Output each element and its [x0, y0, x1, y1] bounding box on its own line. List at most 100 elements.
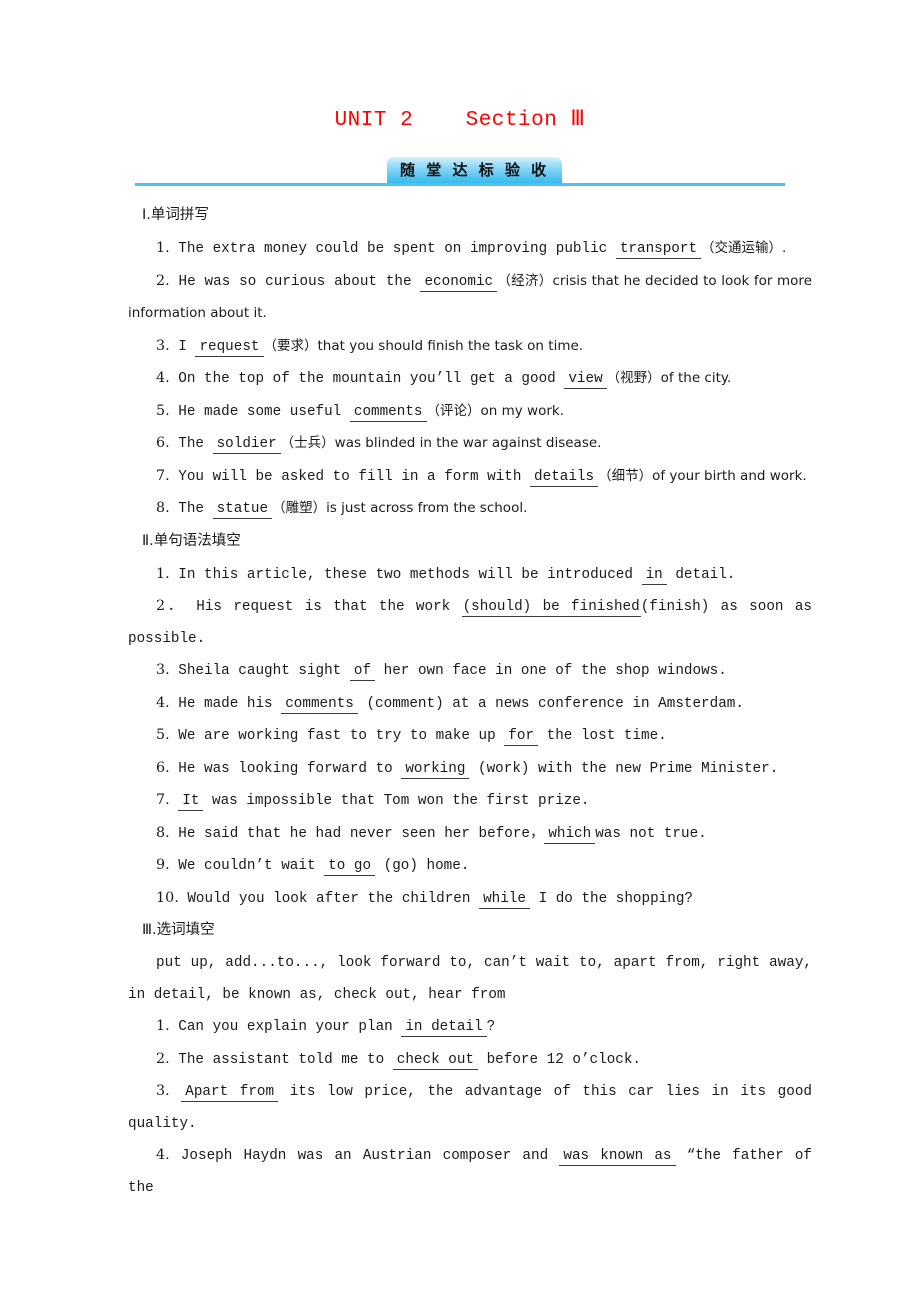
- question-suffix: her own face in one of the shop windows.: [383, 663, 727, 679]
- exercise-content: Ⅰ.单词拼写 1. The extra money could be spent…: [128, 200, 812, 1204]
- question-item: 3. Apart from its low price, the advanta…: [128, 1076, 812, 1140]
- question-item: 8. The statue （雕塑）is just across from the…: [128, 493, 812, 526]
- question-item: 2. He was so curious about the economic （…: [128, 266, 812, 331]
- question-prompt: On the top of the mountain you’ll get a …: [178, 371, 556, 387]
- question-prompt: He was so curious about the: [178, 273, 412, 290]
- answer-blank: of: [349, 663, 376, 681]
- section-heading-2: Ⅱ.单句语法填空: [142, 532, 241, 549]
- question-number: 1.: [156, 240, 170, 256]
- question-suffix: （士兵）was blinded in the war against disea…: [280, 435, 602, 451]
- word-bank: put up, add...to..., look forward to, ca…: [128, 955, 812, 1003]
- question-number: 3.: [156, 662, 170, 678]
- question-number: 4.: [156, 694, 170, 711]
- question-number: 2.: [156, 1050, 170, 1067]
- question-prompt: Would you look after the children: [187, 890, 471, 907]
- question-suffix: （细节）of your birth and work.: [598, 467, 807, 484]
- answer-blank: It: [178, 793, 204, 811]
- question-item: 7. You will be asked to fill in a form w…: [128, 461, 812, 494]
- question-prompt: I: [178, 338, 187, 355]
- question-item: 4. Joseph Haydn was an Austrian composer…: [128, 1140, 812, 1204]
- answer-blank: view: [564, 371, 607, 389]
- question-suffix: （评论）on my work.: [426, 402, 565, 419]
- question-item: 4. On the top of the mountain you’ll get…: [128, 363, 812, 396]
- question-number: 5.: [156, 727, 170, 743]
- question-number: 7.: [156, 792, 170, 808]
- question-item: 5. He made some useful comments （评论）on my…: [128, 396, 812, 429]
- question-number: 10.: [156, 889, 179, 906]
- section-heading-1: Ⅰ.单词拼写: [142, 207, 209, 223]
- question-item: 10. Would you look after the children wh…: [128, 883, 812, 916]
- question-number: 8.: [156, 500, 170, 516]
- question-number: 6.: [156, 435, 170, 451]
- answer-blank: statue: [212, 501, 273, 519]
- question-item: 3. Sheila caught sight of her own face i…: [128, 655, 812, 688]
- question-prompt: We are working fast to try to make up: [178, 728, 496, 744]
- question-prompt: He said that he had never seen her befor…: [178, 825, 545, 842]
- question-item: 4. He made his comments (comment) at a n…: [128, 688, 812, 721]
- question-number: 1.: [156, 1018, 170, 1034]
- question-item: 1. The extra money could be spent on imp…: [128, 233, 812, 266]
- banner-divider-line: [135, 183, 785, 186]
- question-item: 3. I request （要求）that you should finish t…: [128, 331, 812, 364]
- answer-blank: comments: [281, 695, 358, 714]
- question-item: 1. In this article, these two methods wi…: [128, 559, 812, 592]
- question-suffix: ?: [486, 1019, 496, 1035]
- question-suffix: （雕塑）is just across from the school.: [272, 500, 528, 516]
- answer-blank: Apart from: [181, 1084, 279, 1102]
- answer-blank: in: [641, 566, 667, 585]
- answer-blank: in detail: [401, 1019, 487, 1037]
- answer-blank: for: [504, 728, 539, 746]
- question-suffix: （视野）of the city.: [606, 370, 732, 386]
- question-item: 7. It was impossible that Tom won the fi…: [128, 785, 812, 818]
- question-number: 8.: [156, 824, 170, 841]
- question-suffix: (go) home.: [383, 858, 470, 874]
- question-number: 7.: [156, 467, 170, 484]
- answer-blank: comments: [349, 403, 427, 422]
- question-number: 1.: [156, 565, 170, 582]
- question-number: 3.: [156, 1083, 170, 1099]
- question-suffix: was not true.: [595, 825, 707, 842]
- question-item: 9. We couldn’t wait to go (go) home.: [128, 850, 812, 883]
- question-prompt: His request is that the work: [196, 599, 451, 615]
- question-number: 6.: [156, 759, 170, 776]
- question-item: 6. He was looking forward to working (wo…: [128, 753, 812, 786]
- answer-blank: working: [401, 760, 470, 779]
- question-suffix: I do the shopping?: [538, 890, 693, 907]
- answer-blank: which: [544, 825, 596, 844]
- question-prompt: Can you explain your plan: [178, 1019, 393, 1035]
- question-prompt: The assistant told me to: [178, 1051, 385, 1068]
- answer-blank: soldier: [212, 436, 281, 454]
- worksheet-page: UNIT 2 Section Ⅲ 随 堂 达 标 验 收 Ⅰ.单词拼写 1. T…: [0, 0, 920, 1302]
- question-suffix: the lost time.: [546, 728, 667, 744]
- question-suffix: （要求）that you should finish the task on t…: [263, 337, 584, 354]
- answer-blank: (should) be finished: [461, 599, 641, 617]
- question-number: 5.: [156, 402, 170, 419]
- question-prompt: Joseph Haydn was an Austrian composer an…: [180, 1148, 549, 1164]
- question-item: 6. The soldier （士兵）was blinded in the war…: [128, 428, 812, 461]
- question-prompt: Sheila caught sight: [178, 663, 342, 679]
- answer-blank: while: [479, 890, 530, 909]
- answer-blank: request: [195, 338, 264, 357]
- question-number: 2．: [156, 598, 185, 614]
- question-number: 2.: [156, 272, 170, 289]
- question-prompt: He was looking forward to: [178, 760, 393, 777]
- question-prompt: He made some useful: [178, 403, 342, 420]
- question-number: 4.: [156, 1147, 170, 1163]
- section-heading-3: Ⅲ.选词填空: [142, 922, 215, 938]
- banner-badge: 随 堂 达 标 验 收: [387, 157, 563, 183]
- answer-blank: was known as: [559, 1148, 676, 1166]
- answer-blank: details: [530, 468, 599, 487]
- answer-blank: economic: [420, 273, 498, 292]
- answer-blank: check out: [392, 1051, 478, 1070]
- question-suffix: （交通运输）.: [701, 240, 787, 256]
- banner-badge-label: 随 堂 达 标 验 收: [400, 160, 550, 179]
- question-prompt: You will be asked to fill in a form with: [178, 468, 522, 485]
- question-item: 5. We are working fast to try to make up…: [128, 720, 812, 753]
- question-number: 4.: [156, 370, 170, 386]
- question-prompt: In this article, these two methods will …: [178, 566, 633, 583]
- question-item: 1. Can you explain your plan in detail?: [128, 1011, 812, 1044]
- question-prompt: The: [178, 501, 204, 517]
- question-item: 8. He said that he had never seen her be…: [128, 818, 812, 851]
- question-suffix: before 12 o’clock.: [486, 1051, 642, 1068]
- question-prompt: We couldn’t wait: [178, 858, 316, 874]
